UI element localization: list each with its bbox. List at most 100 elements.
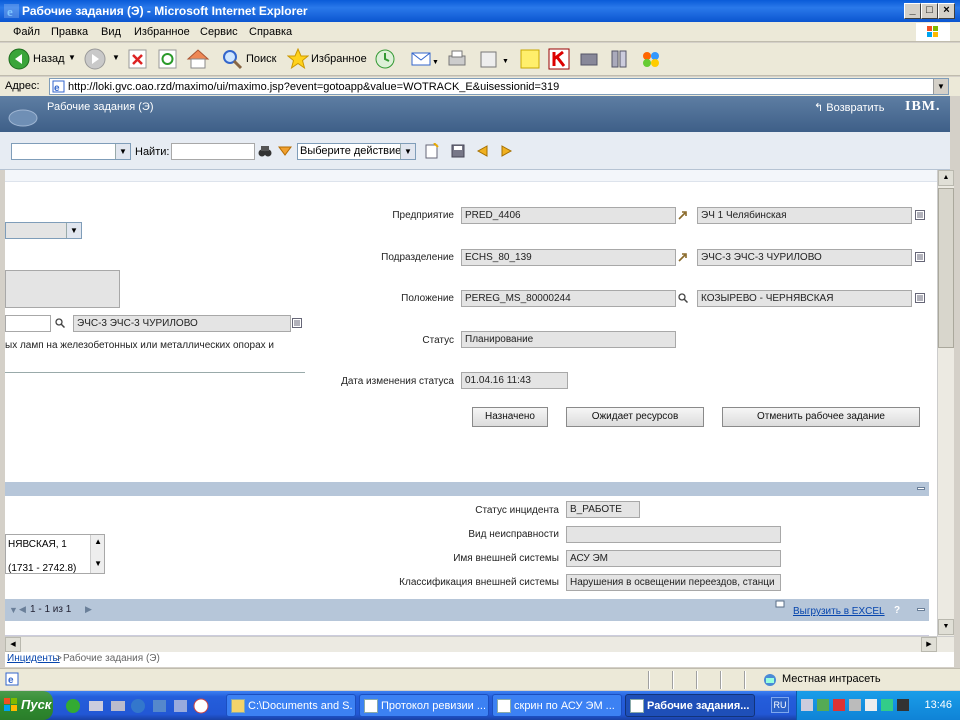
ext-class-label: Классификация внешней системы [399, 577, 559, 588]
detail-menu-icon[interactable] [915, 210, 925, 220]
scroll-up-icon[interactable]: ▲ [938, 170, 954, 186]
svg-text:▼: ▼ [432, 59, 438, 66]
maximo-logo-icon [8, 109, 38, 127]
detail-menu-icon[interactable] [292, 318, 302, 328]
forward-button[interactable]: ▼ [84, 48, 124, 70]
incident-list[interactable]: НЯВСКАЯ, 1 (1731 - 2742.8) ▲ ▼ [5, 534, 105, 574]
history-icon[interactable] [374, 48, 396, 70]
help-icon[interactable]: ? [894, 605, 900, 616]
page-status-icon: e [5, 672, 19, 686]
scroll-left-icon[interactable]: ◀ [5, 637, 21, 652]
home-icon[interactable] [186, 48, 210, 70]
menu-view[interactable]: Вид [101, 26, 121, 38]
next-page-icon[interactable]: ▶ [85, 604, 92, 615]
address-input[interactable]: e http://loki.gvc.oao.rzd/maximo/ui/maxi… [49, 78, 949, 95]
collapse-icon[interactable] [917, 487, 925, 490]
left-textarea[interactable] [5, 270, 120, 308]
minimize-button[interactable]: _ [904, 3, 921, 19]
await-resources-button[interactable]: Ожидает ресурсов [566, 407, 704, 427]
vertical-scrollbar[interactable]: ▲ ▼ [937, 170, 954, 636]
quick-launch-icons[interactable] [64, 697, 214, 715]
menu-file[interactable]: Файл [13, 26, 40, 38]
detail-menu-icon[interactable] [915, 293, 925, 303]
filter-down-icon[interactable]: ▼ [9, 605, 18, 615]
save-icon[interactable] [451, 144, 465, 158]
status-divider [720, 671, 722, 689]
menu-favorites[interactable]: Избранное [134, 26, 190, 38]
go-to-icon[interactable] [678, 210, 688, 220]
search-button[interactable]: Поиск [221, 48, 281, 70]
note-icon[interactable] [519, 48, 541, 70]
binoculars-icon[interactable] [258, 144, 272, 158]
tray-icons[interactable] [801, 698, 913, 714]
msn-butterfly-icon[interactable] [640, 48, 662, 70]
division-code[interactable]: ECHS_80_139 [461, 249, 676, 266]
left-lookup-input[interactable] [5, 315, 51, 332]
enterprise-label: Предприятие [392, 210, 454, 221]
detail-menu-icon[interactable] [915, 252, 925, 262]
messenger-icon[interactable] [578, 48, 600, 70]
enterprise-desc: ЭЧ 1 Челябинская [697, 207, 912, 224]
address-bar: Адрес: e http://loki.gvc.oao.rzd/maximo/… [0, 77, 960, 96]
clock: 13:46 [924, 699, 952, 711]
filter-arrow-icon[interactable] [278, 146, 292, 156]
go-to-icon[interactable] [678, 252, 688, 262]
windows-flag-icon [4, 698, 17, 711]
tab-strip [5, 170, 937, 182]
windows-taskbar: Пуск C:\Documents and S... Протокол реви… [0, 691, 960, 720]
previous-record-icon[interactable] [475, 144, 489, 158]
taskbar-item-work-orders[interactable]: Рабочие задания... [625, 694, 755, 717]
menu-help[interactable]: Справка [249, 26, 292, 38]
status-label: Статус [422, 335, 454, 346]
edit-icon[interactable]: ▼ [478, 48, 512, 70]
cancel-work-order-button[interactable]: Отменить рабочее задание [722, 407, 920, 427]
left-select[interactable]: ▼ [5, 222, 82, 239]
window-titlebar[interactable]: e Рабочие задания (Э) - Microsoft Intern… [0, 0, 960, 22]
location-code[interactable]: PEREG_MS_80000244 [461, 290, 676, 307]
svg-text:▼: ▼ [502, 58, 509, 65]
export-excel-link[interactable]: Выгрузить в EXCEL [793, 606, 885, 617]
incident-section-header[interactable] [5, 482, 929, 496]
close-button[interactable]: × [938, 3, 955, 19]
collapse-icon[interactable] [917, 608, 925, 611]
refresh-icon[interactable] [158, 48, 178, 70]
kaspersky-icon[interactable] [548, 48, 570, 70]
status-date-label: Дата изменения статуса [341, 376, 454, 387]
find-input[interactable] [171, 143, 255, 160]
scroll-thumb[interactable] [938, 188, 954, 348]
menu-tools[interactable]: Сервис [200, 26, 238, 38]
breadcrumb-incidents-link[interactable]: Инциденты [7, 653, 60, 664]
scroll-up-icon[interactable]: ▲ [94, 537, 102, 546]
scroll-down-icon[interactable]: ▼ [94, 559, 102, 568]
address-dropdown-icon[interactable]: ▼ [933, 79, 948, 94]
back-button[interactable]: Назад ▼ [8, 48, 78, 70]
language-indicator[interactable]: RU [771, 697, 789, 713]
select-action[interactable]: Выберите действие ▼ [297, 143, 416, 160]
start-button[interactable]: Пуск [0, 691, 53, 720]
enterprise-code[interactable]: PRED_4406 [461, 207, 676, 224]
scroll-down-icon[interactable]: ▼ [938, 619, 954, 635]
horizontal-scrollbar[interactable]: ◀ ▶ [5, 636, 954, 652]
print-icon[interactable] [446, 48, 468, 70]
first-page-icon[interactable]: ◀ [19, 604, 26, 615]
query-select[interactable]: ▼ [11, 143, 131, 160]
taskbar-item-protocol[interactable]: Протокол ревизии ... [359, 694, 489, 717]
assigned-button[interactable]: Назначено [472, 407, 548, 427]
research-icon[interactable] [608, 48, 630, 70]
return-arrow-icon: ↰ [814, 102, 827, 114]
return-link[interactable]: ↰ Возвратить [814, 101, 884, 114]
search-icon[interactable] [678, 293, 688, 303]
search-icon[interactable] [55, 318, 65, 328]
next-record-icon[interactable] [500, 144, 514, 158]
download-icon[interactable] [775, 600, 787, 608]
taskbar-item-explorer[interactable]: C:\Documents and S... [226, 694, 356, 717]
maximize-button[interactable]: □ [921, 3, 938, 19]
svg-text:e: e [54, 83, 60, 93]
favorites-button[interactable]: Избранное [287, 48, 367, 70]
stop-icon[interactable] [128, 48, 148, 70]
taskbar-item-screenshot[interactable]: скрин по АСУ ЭМ ... [492, 694, 622, 717]
new-record-icon[interactable] [425, 143, 439, 159]
mail-icon[interactable]: ▼ [410, 48, 438, 70]
scroll-right-icon[interactable]: ▶ [921, 637, 937, 652]
menu-edit[interactable]: Правка [51, 26, 88, 38]
